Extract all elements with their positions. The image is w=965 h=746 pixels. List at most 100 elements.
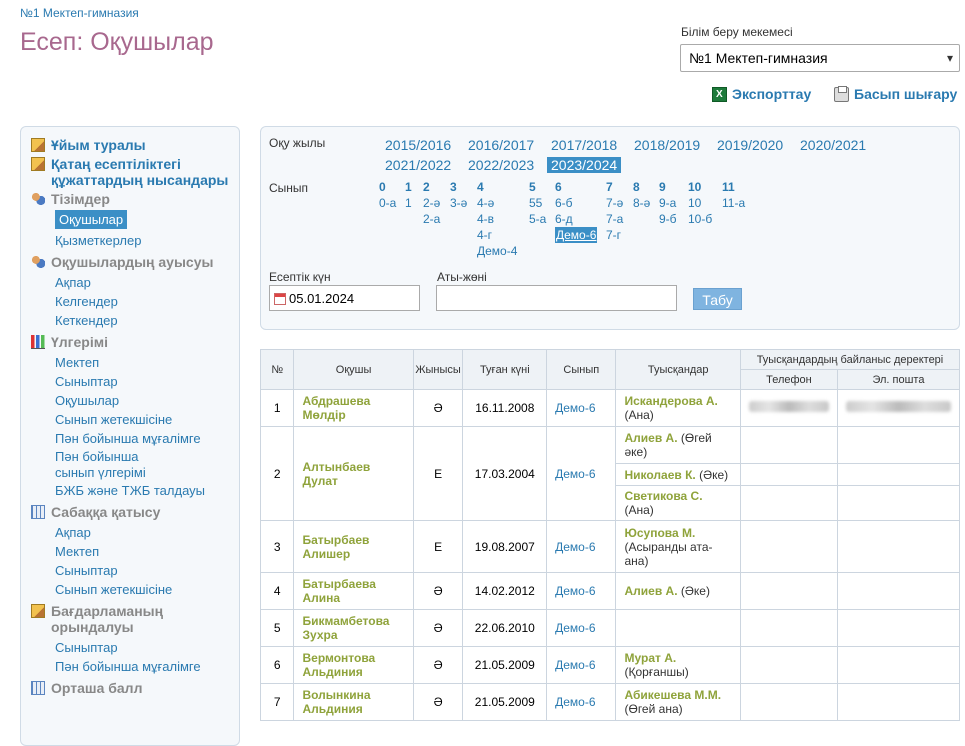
cell-phone <box>739 463 838 486</box>
sidebar-item[interactable]: Сыныптар <box>55 561 239 580</box>
class-link[interactable]: Демо-6 <box>546 646 617 684</box>
class-link[interactable]: 55 <box>529 195 546 211</box>
student-link[interactable]: Вермонтова Альдиния <box>293 646 414 684</box>
class-link[interactable]: Демо-4 <box>477 243 517 259</box>
relative-link[interactable]: Абикешева М.М. <box>624 688 721 702</box>
class-link[interactable]: 6-б <box>555 195 597 211</box>
class-link[interactable]: Демо-6 <box>546 520 617 573</box>
sidebar-item[interactable]: Ақпар <box>55 273 239 292</box>
class-link[interactable]: 2-а <box>423 211 440 227</box>
student-link[interactable]: Бикмамбетова Зухра <box>293 609 414 647</box>
year-link-active[interactable]: 2023/2024 <box>547 157 622 173</box>
sidebar-item[interactable]: Пән бойынша сынып үлгерімі <box>55 449 165 481</box>
class-link[interactable]: 7-а <box>606 211 623 227</box>
sidebar-group-title[interactable]: Ұйым туралы <box>51 137 146 153</box>
year-link[interactable]: 2020/2021 <box>800 137 866 153</box>
grade-link[interactable]: 11 <box>722 179 745 195</box>
class-link[interactable]: 7-г <box>606 227 623 243</box>
grade-link[interactable]: 8 <box>633 179 650 195</box>
grade-link[interactable]: 3 <box>450 179 467 195</box>
student-link[interactable]: Волынкина Альдиния <box>293 683 414 721</box>
class-link[interactable]: 11-а <box>722 195 745 211</box>
sidebar-item[interactable]: Сыныптар <box>55 372 239 391</box>
year-link[interactable]: 2021/2022 <box>385 157 451 173</box>
year-link[interactable]: 2015/2016 <box>385 137 451 153</box>
grade-link[interactable]: 4 <box>477 179 517 195</box>
student-link[interactable]: Алтынбаев Дулат <box>293 426 414 521</box>
class-link[interactable]: Демо-6 <box>546 609 617 647</box>
name-input[interactable] <box>436 285 677 311</box>
class-link[interactable]: Демо-6 <box>546 389 617 427</box>
grade-link[interactable]: 0 <box>379 179 396 195</box>
sidebar-item[interactable]: Сыныптар <box>55 638 239 657</box>
class-link[interactable]: 10-б <box>688 211 712 227</box>
search-button[interactable]: Табу <box>693 288 742 310</box>
sidebar-item[interactable]: Оқушылар <box>55 391 239 410</box>
sidebar-group-about[interactable]: Ұйым туралы <box>21 137 239 153</box>
class-link[interactable]: 4-ә <box>477 195 517 211</box>
relative-link[interactable]: Мурат А. <box>624 651 676 665</box>
sidebar-group-title[interactable]: Қатаң есептіліктегі құжаттардың нысандар… <box>51 156 231 188</box>
date-input[interactable]: 05.01.2024 <box>269 285 420 311</box>
sidebar-item-staff[interactable]: Қызметкерлер <box>55 231 239 250</box>
sidebar-item[interactable]: Сынып жетекшісіне <box>55 410 239 429</box>
sidebar-item-students[interactable]: Оқушылар <box>55 210 128 229</box>
sidebar-item[interactable]: Ақпар <box>55 523 239 542</box>
student-link[interactable]: Батырбаев Алишер <box>293 520 414 573</box>
year-link[interactable]: 2018/2019 <box>634 137 700 153</box>
sidebar-item[interactable]: Мектеп <box>55 542 239 561</box>
grade-link[interactable]: 1 <box>405 179 412 195</box>
sidebar-item[interactable]: Мектеп <box>55 353 239 372</box>
class-link[interactable]: 3-ә <box>450 195 467 211</box>
class-link[interactable]: 7-ә <box>606 195 623 211</box>
class-link[interactable]: 5-а <box>529 211 546 227</box>
grade-link[interactable]: 7 <box>606 179 623 195</box>
relative-link[interactable]: Николаев К. <box>624 468 695 482</box>
year-link[interactable]: 2019/2020 <box>717 137 783 153</box>
class-link[interactable]: Демо-6 <box>546 572 617 610</box>
class-link[interactable]: Демо-6 <box>546 426 617 521</box>
class-link[interactable]: Демо-6 <box>546 683 617 721</box>
class-link[interactable]: 10 <box>688 195 712 211</box>
cell-phone <box>739 426 838 464</box>
class-link[interactable]: 6-д <box>555 211 597 227</box>
student-link[interactable]: Абдрашева Мөлдір <box>293 389 414 427</box>
class-link[interactable]: 4-г <box>477 227 517 243</box>
grade-link[interactable]: 6 <box>555 179 597 195</box>
year-link[interactable]: 2022/2023 <box>468 157 534 173</box>
class-link[interactable]: 9-б <box>659 211 677 227</box>
relative-link[interactable]: Светикова С. <box>624 489 702 503</box>
relative-link[interactable]: Алиев А. <box>624 431 677 445</box>
sidebar-item[interactable]: Келгендер <box>55 292 239 311</box>
print-button[interactable]: Басып шығару <box>834 85 957 102</box>
grade-link[interactable]: 10 <box>688 179 712 195</box>
class-link[interactable]: 1 <box>405 195 412 211</box>
table-row: 5 Бикмамбетова Зухра Ә 22.06.2010 Демо-6 <box>259 609 961 647</box>
sidebar-item[interactable]: Пән бойынша мұғалімге <box>55 657 239 676</box>
sidebar-item[interactable]: Пән бойынша мұғалімге <box>55 429 239 448</box>
relation-text: (Ана) <box>624 408 654 422</box>
grade-link[interactable]: 9 <box>659 179 677 195</box>
org-select[interactable]: №1 Мектеп-гимназия ▾ <box>680 44 960 72</box>
breadcrumb[interactable]: №1 Мектеп-гимназия <box>20 6 139 20</box>
class-link-active[interactable]: Демо-6 <box>555 227 598 243</box>
student-link[interactable]: Батырбаева Алина <box>293 572 414 610</box>
class-link[interactable]: 9-а <box>659 195 677 211</box>
class-link[interactable]: 4-в <box>477 211 517 227</box>
relative-link[interactable]: Юсупова М. <box>624 526 695 540</box>
relative-link[interactable]: Алиев А. <box>624 584 677 598</box>
class-link[interactable]: 8-ә <box>633 195 650 211</box>
sidebar-item[interactable]: БЖБ және ТЖБ талдауы <box>55 481 239 500</box>
export-button[interactable]: Экспорттау <box>712 86 811 102</box>
class-link[interactable]: 2-ә <box>423 195 440 211</box>
sidebar-group-forms[interactable]: Қатаң есептіліктегі құжаттардың нысандар… <box>21 156 239 188</box>
class-link[interactable]: 0-а <box>379 195 396 211</box>
year-link[interactable]: 2017/2018 <box>551 137 617 153</box>
relative-link[interactable]: Искандерова А. <box>624 394 717 408</box>
year-link[interactable]: 2016/2017 <box>468 137 534 153</box>
grade-link[interactable]: 5 <box>529 179 546 195</box>
grade-link[interactable]: 2 <box>423 179 440 195</box>
name-label: Аты-жөні <box>437 270 487 284</box>
sidebar-item[interactable]: Сынып жетекшісіне <box>55 580 239 599</box>
sidebar-item[interactable]: Кеткендер <box>55 311 239 330</box>
